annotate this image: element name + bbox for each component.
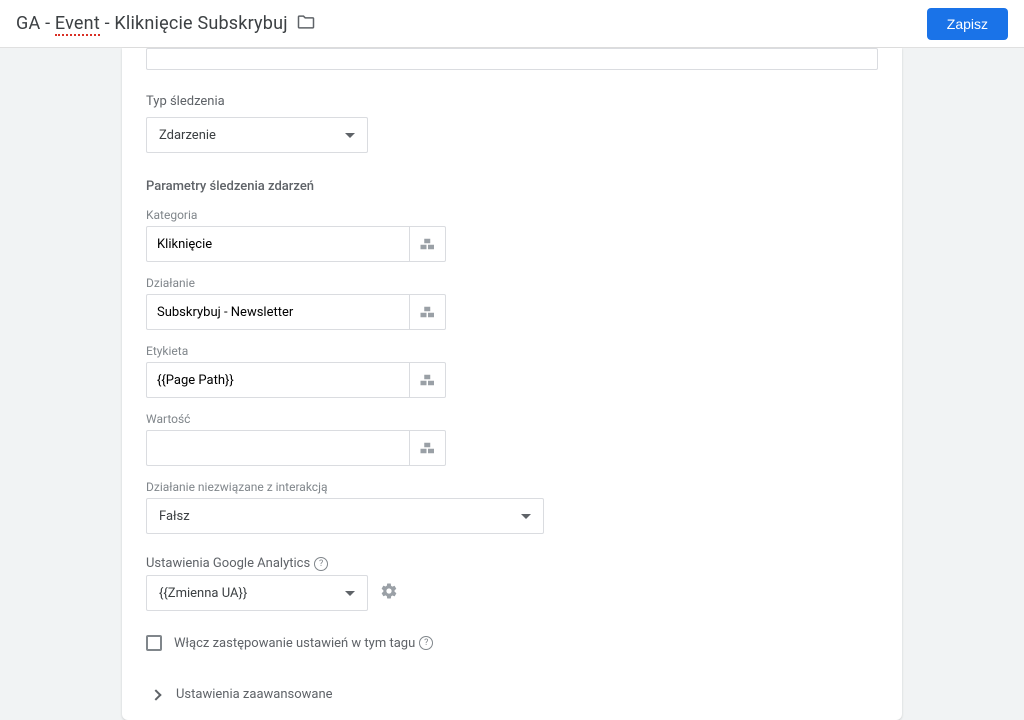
advanced-settings-toggle[interactable]: Ustawienia zaawansowane xyxy=(146,687,878,702)
tag-config-card: Typ śledzenia Zdarzenie Parametry śledze… xyxy=(122,48,902,720)
brick-icon xyxy=(419,305,437,319)
label-input[interactable] xyxy=(146,362,410,398)
category-row xyxy=(146,226,446,262)
chevron-down-icon xyxy=(345,591,355,596)
override-row: Włącz zastępowanie ustawień w tym tagu ? xyxy=(146,635,878,651)
value-variable-button[interactable] xyxy=(410,430,446,466)
ga-settings-label-row: Ustawienia Google Analytics ? xyxy=(146,556,878,571)
category-input[interactable] xyxy=(146,226,410,262)
action-row xyxy=(146,294,446,330)
title-wrap: GA - Event - Kliknięcie Subskrybuj xyxy=(16,12,316,36)
event-params-heading: Parametry śledzenia zdarzeń xyxy=(146,179,878,194)
advanced-settings-label: Ustawienia zaawansowane xyxy=(176,687,333,702)
ga-settings-label: Ustawienia Google Analytics xyxy=(146,556,310,571)
value-row xyxy=(146,430,446,466)
title-event-word: Event xyxy=(55,13,100,36)
help-icon[interactable]: ? xyxy=(419,636,433,650)
label-row xyxy=(146,362,446,398)
override-checkbox[interactable] xyxy=(146,635,162,651)
chevron-down-icon xyxy=(345,133,355,138)
brick-icon xyxy=(419,373,437,387)
non-interaction-label: Działanie niezwiązane z interakcją xyxy=(146,480,878,494)
non-interaction-select[interactable]: Fałsz xyxy=(146,498,544,534)
override-label-wrap: Włącz zastępowanie ustawień w tym tagu ? xyxy=(174,636,433,651)
tracking-type-select[interactable]: Zdarzenie xyxy=(146,117,368,153)
page-header: GA - Event - Kliknięcie Subskrybuj Zapis… xyxy=(0,0,1024,48)
truncated-top-field[interactable] xyxy=(146,48,878,70)
label-label: Etykieta xyxy=(146,344,878,358)
value-input[interactable] xyxy=(146,430,410,466)
label-variable-button[interactable] xyxy=(410,362,446,398)
non-interaction-value: Fałsz xyxy=(159,509,190,524)
chevron-down-icon xyxy=(521,514,531,519)
title-suffix: - Kliknięcie Subskrybuj xyxy=(100,13,288,34)
tracking-type-value: Zdarzenie xyxy=(159,128,216,143)
action-input[interactable] xyxy=(146,294,410,330)
ga-settings-row: {{Zmienna UA}} xyxy=(146,575,878,611)
gear-icon[interactable] xyxy=(380,582,398,604)
ga-settings-value: {{Zmienna UA}} xyxy=(159,586,247,601)
category-variable-button[interactable] xyxy=(410,226,446,262)
canvas: Typ śledzenia Zdarzenie Parametry śledze… xyxy=(0,48,1024,720)
category-label: Kategoria xyxy=(146,208,878,222)
page-title[interactable]: GA - Event - Kliknięcie Subskrybuj xyxy=(16,13,288,34)
tracking-type-label: Typ śledzenia xyxy=(146,94,878,109)
title-prefix: GA - xyxy=(16,13,55,34)
help-icon[interactable]: ? xyxy=(314,557,328,571)
brick-icon xyxy=(419,441,437,455)
action-variable-button[interactable] xyxy=(410,294,446,330)
save-button[interactable]: Zapisz xyxy=(927,8,1008,40)
folder-icon[interactable] xyxy=(296,12,316,36)
chevron-right-icon xyxy=(150,689,161,700)
action-label: Działanie xyxy=(146,276,878,290)
override-label: Włącz zastępowanie ustawień w tym tagu xyxy=(174,636,415,651)
brick-icon xyxy=(419,237,437,251)
value-label: Wartość xyxy=(146,412,878,426)
ga-settings-select[interactable]: {{Zmienna UA}} xyxy=(146,575,368,611)
